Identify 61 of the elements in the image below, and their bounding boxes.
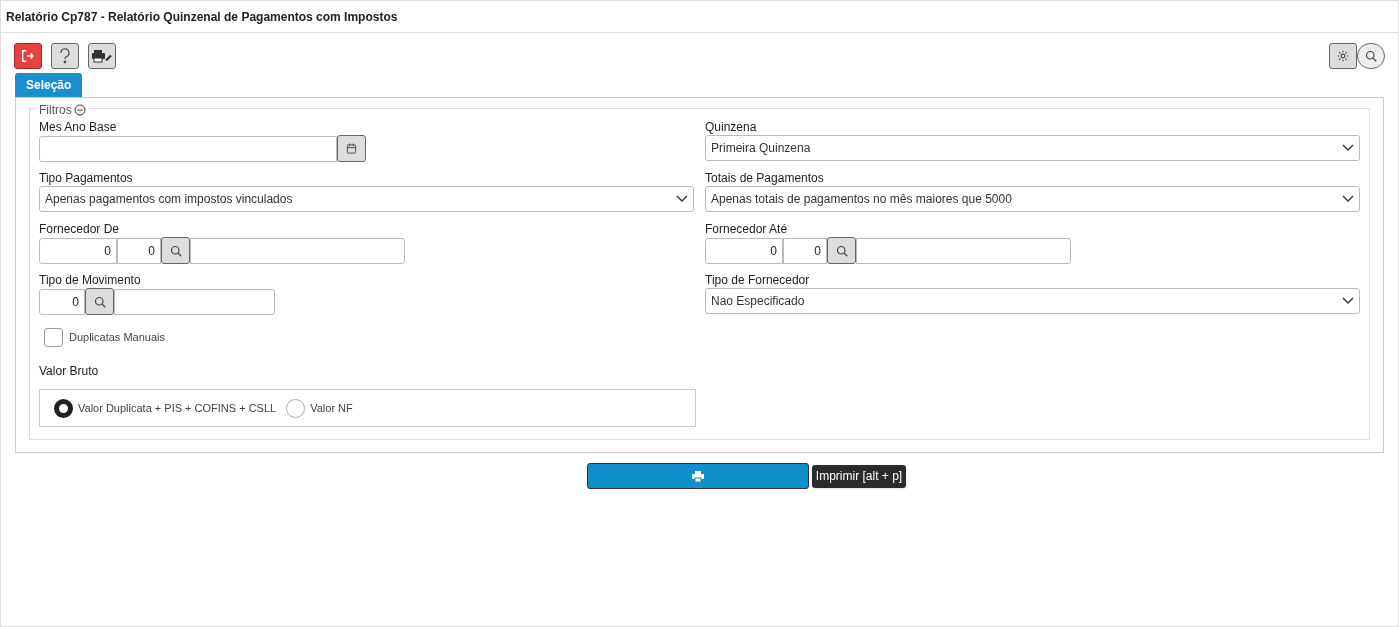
help-icon [59,48,71,64]
description-field[interactable] [114,288,275,315]
tab[interactable]: Seleção [15,73,83,97]
settings-icon [1337,50,1349,62]
search-button[interactable] [1357,43,1385,69]
printer-icon [691,470,704,482]
chevron-icon [676,195,688,203]
exit-icon [21,49,35,63]
description-field[interactable] [190,237,405,264]
search-button[interactable] [161,237,190,264]
printer-settings-button[interactable] [88,43,116,69]
checkbox[interactable] [44,328,63,347]
tooltip: Imprimir [alt + p] [811,464,907,488]
dropdown-value: Apenas pagamentos com impostos vinculados [45,191,293,208]
calendar-icon [346,143,357,154]
printer-wrench-icon [91,49,113,63]
dropdown[interactable]: Primeira Quinzena [705,135,1360,161]
settings-button[interactable] [1329,43,1357,69]
field-label: Fornecedor Até [705,221,789,237]
dropdown[interactable]: Apenas totais de pagamentos no mês maiores que 5000 [705,186,1360,212]
dropdown-value: Primeira Quinzena [711,140,811,157]
window-title: Relatório Cp787 - Relatório Quinzenal de Pagamentos com Impostos [1,1,1398,33]
description-field[interactable] [856,237,1071,264]
radio-button[interactable] [54,398,73,418]
group-label: Valor Bruto [39,363,100,380]
radio-button[interactable] [286,398,306,418]
field-label: Quinzena [705,119,758,135]
code-field[interactable]: 0 [117,237,161,264]
code-field[interactable]: 0 [39,237,117,264]
chevron-icon [1342,297,1354,305]
chevron-icon [1342,195,1354,203]
exit-button[interactable] [14,43,42,69]
dropdown-value: Apenas totais de pagamentos no mês maiores que 5000 [711,191,1012,208]
dropdown[interactable]: Apenas pagamentos com impostos vinculados [39,186,694,212]
dropdown[interactable]: Nao Especificado [705,288,1360,314]
code-field[interactable]: 0 [39,288,85,315]
field-label: Totais de Pagamentos [705,170,825,186]
field-label: Tipo de Movimento [39,272,142,288]
month-year-field[interactable] [39,135,337,162]
field-label: Mes Ano Base [39,119,118,135]
help-button[interactable] [51,43,79,69]
code-field[interactable]: 0 [783,237,827,264]
dropdown-value: Nao Especificado [711,293,805,310]
radio-label: Valor Duplicata + PIS + COFINS + CSLL [78,400,277,416]
search-button[interactable] [85,288,114,315]
search-button[interactable] [827,237,856,264]
search-icon [169,244,182,257]
group-legend: Filtros [39,101,72,119]
code-field[interactable]: 0 [705,237,783,264]
calendar-button[interactable] [337,135,366,162]
search-icon [835,244,848,257]
collapse-icon[interactable] [73,104,86,116]
chevron-icon [1342,144,1354,152]
checkbox-label: Duplicatas Manuais [69,330,165,346]
search-icon [1365,50,1377,62]
field-label: Fornecedor De [39,221,121,237]
radio-label: Valor NF [310,400,353,416]
field-label: Tipo Pagamentos [39,170,134,186]
search-icon [93,295,106,308]
field-label: Tipo de Fornecedor [705,272,811,288]
print-button[interactable] [586,463,809,489]
